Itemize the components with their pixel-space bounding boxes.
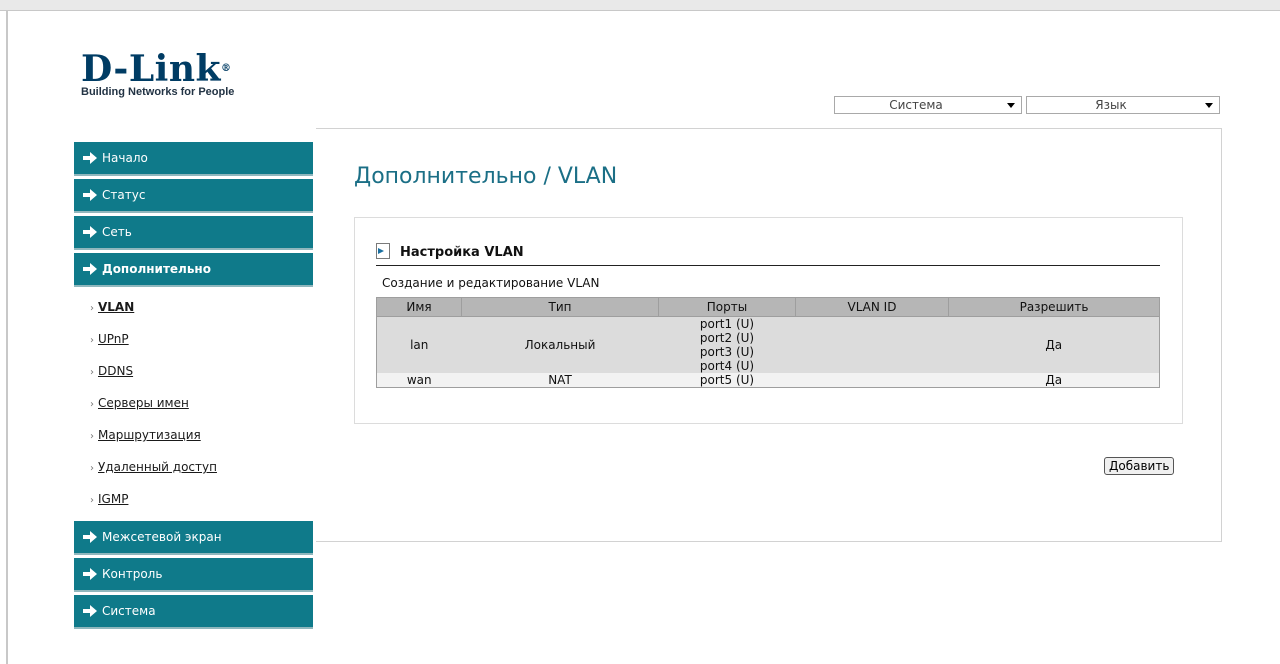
cell-vlan-id (795, 316, 949, 373)
submenu-link-remote-access[interactable]: Удаленный доступ (98, 460, 217, 474)
port-entry: port4 (U) (699, 359, 755, 373)
submenu-link-routing[interactable]: Маршрутизация (98, 428, 201, 442)
col-header-name: Имя (376, 297, 462, 317)
section-title-text: Настройка VLAN (400, 245, 524, 260)
col-header-type: Тип (461, 297, 659, 317)
cell-vlan-id (795, 373, 949, 388)
submenu-link-dns-servers[interactable]: Серверы имен (98, 396, 189, 410)
cell-enabled: Да (948, 316, 1160, 373)
submenu-item-dns-servers: › Серверы имен (74, 387, 314, 419)
bullet-icon: › (90, 367, 94, 378)
section-description: Создание и редактирование VLAN (382, 276, 600, 290)
arrow-right-icon (83, 605, 97, 617)
system-select-value: Система (889, 98, 943, 112)
menu-item-home[interactable]: Начало (74, 142, 313, 174)
submenu-link-vlan[interactable]: VLAN (98, 300, 134, 314)
menu-item-label: Дополнительно (102, 262, 211, 276)
menu-item-label: Статус (102, 188, 146, 202)
arrow-right-icon (83, 152, 97, 164)
language-select-value: Язык (1095, 98, 1127, 112)
system-select[interactable]: Система (834, 96, 1022, 114)
window-top-frame (0, 0, 1280, 11)
menu-item-status[interactable]: Статус (74, 179, 313, 211)
menu-item-system[interactable]: Система (74, 595, 313, 627)
page-title: Дополнительно / VLAN (354, 164, 618, 189)
submenu-item-routing: › Маршрутизация (74, 419, 314, 451)
menu-item-label: Контроль (102, 567, 163, 581)
document-arrow-icon (376, 243, 390, 259)
bullet-icon: › (90, 335, 94, 346)
logo-wordmark: D-Link (81, 48, 221, 90)
advanced-submenu: › VLAN › UPnP › DDNS › Серверы имен › Маршрут… (74, 291, 314, 515)
bullet-icon: › (90, 399, 94, 410)
add-button[interactable]: Добавить (1104, 457, 1175, 475)
cell-name: wan (376, 373, 462, 388)
chevron-down-icon (1007, 103, 1015, 108)
col-header-vlan-id: VLAN ID (795, 297, 949, 317)
menu-item-label: Межсетевой экран (102, 530, 222, 544)
cell-ports: port5 (U) (658, 373, 796, 388)
port-entry: port1 (U) (699, 317, 755, 331)
arrow-right-icon (83, 568, 97, 580)
bullet-icon: › (90, 463, 94, 474)
submenu-item-upnp: › UPnP (74, 323, 314, 355)
dlink-logo: D-Link® Building Networks for People (81, 50, 234, 98)
menu-item-label: Система (102, 604, 156, 618)
language-select[interactable]: Язык (1026, 96, 1220, 114)
port-entry: port2 (U) (699, 331, 755, 345)
submenu-item-remote-access: › Удаленный доступ (74, 451, 314, 483)
cell-type: NAT (461, 373, 659, 388)
table-row[interactable]: lan Локальный port1 (U) port2 (U) port3 … (376, 316, 1160, 373)
arrow-right-icon (83, 531, 97, 543)
vlan-table: Имя Тип Порты VLAN ID Разрешить lan Лока… (376, 297, 1160, 388)
logo-tagline: Building Networks for People (81, 86, 235, 98)
table-header-row: Имя Тип Порты VLAN ID Разрешить (376, 297, 1160, 317)
sidebar-menu: Начало Статус Сеть Дополнительно › VLAN ›… (74, 142, 314, 632)
bullet-icon: › (90, 495, 94, 506)
section-divider (376, 265, 1160, 266)
col-header-enabled: Разрешить (948, 297, 1160, 317)
submenu-link-igmp[interactable]: IGMP (98, 492, 128, 506)
chevron-down-icon (1205, 103, 1213, 108)
cell-type: Локальный (461, 316, 659, 373)
window-left-frame (6, 10, 8, 664)
menu-item-network[interactable]: Сеть (74, 216, 313, 248)
submenu-link-upnp[interactable]: UPnP (98, 332, 129, 346)
logo-registered-mark: ® (220, 63, 232, 74)
bullet-icon: › (90, 431, 94, 442)
submenu-item-ddns: › DDNS (74, 355, 314, 387)
cell-name: lan (376, 316, 462, 373)
arrow-right-icon (83, 263, 97, 275)
arrow-right-icon (83, 189, 97, 201)
menu-item-control[interactable]: Контроль (74, 558, 313, 590)
menu-item-label: Начало (102, 151, 148, 165)
section-title: Настройка VLAN (376, 243, 524, 260)
submenu-link-ddns[interactable]: DDNS (98, 364, 133, 378)
menu-item-label: Сеть (102, 225, 132, 239)
submenu-item-vlan: › VLAN (74, 291, 314, 323)
port-entry: port3 (U) (699, 345, 755, 359)
submenu-item-igmp: › IGMP (74, 483, 314, 515)
bullet-icon: › (90, 303, 94, 314)
table-row[interactable]: wan NAT port5 (U) Да (376, 373, 1160, 388)
menu-item-firewall[interactable]: Межсетевой экран (74, 521, 313, 553)
cell-enabled: Да (948, 373, 1160, 388)
col-header-ports: Порты (658, 297, 796, 317)
cell-ports: port1 (U) port2 (U) port3 (U) port4 (U) (658, 316, 796, 373)
arrow-right-icon (83, 226, 97, 238)
menu-item-advanced[interactable]: Дополнительно (74, 253, 313, 285)
port-entry: port5 (U) (699, 373, 755, 387)
